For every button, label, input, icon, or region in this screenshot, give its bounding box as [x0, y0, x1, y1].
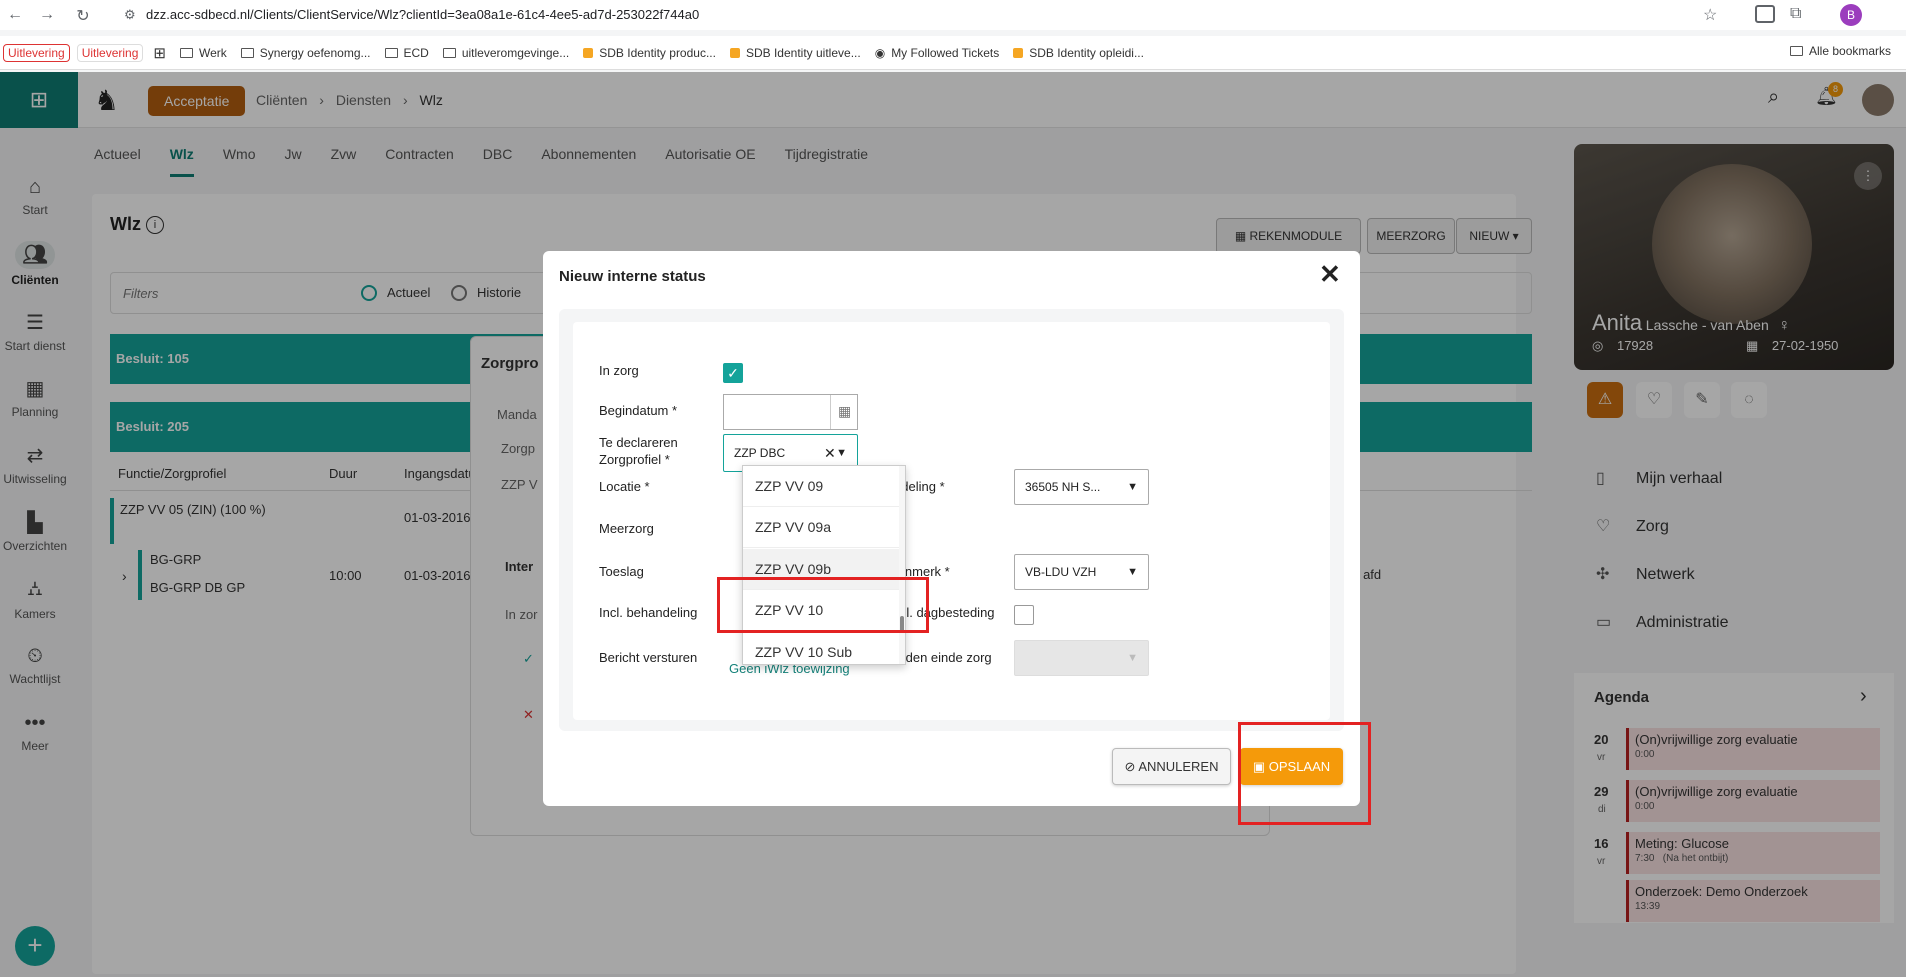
apps-grid-icon[interactable]: ⊞: [153, 44, 166, 62]
label-locatie: Locatie *: [599, 479, 650, 494]
scrollbar[interactable]: [899, 466, 905, 664]
bookmark-label: SDB Identity opleidi...: [1029, 45, 1144, 60]
bookmark-label: uitleveromgevinge...: [461, 45, 570, 60]
bookmark-label: ECD: [403, 45, 429, 60]
folder-icon: [384, 47, 398, 58]
profile-avatar[interactable]: B: [1840, 4, 1862, 26]
folder-icon: [442, 47, 456, 58]
calendar-icon[interactable]: ▦: [838, 403, 851, 420]
option-zzp-vv-10-sub[interactable]: ZZP VV 10 Sub: [743, 632, 899, 664]
globe-icon: ◉: [874, 45, 886, 60]
option-zzp-vv-09[interactable]: ZZP VV 09: [743, 466, 899, 507]
bookmark-sdb-produc[interactable]: SDB Identity produc...: [583, 46, 716, 60]
star-icon[interactable]: ☆: [1703, 5, 1717, 25]
bookmarks-bar: Uitlevering Uitlevering ⊞ Werk Synergy o…: [0, 36, 1906, 70]
bookmark-label: SDB Identity produc...: [599, 45, 716, 60]
back-icon[interactable]: ←: [0, 6, 30, 24]
annotation-box-zzp-vv-10: [717, 577, 929, 633]
label-begindatum: Begindatum *: [599, 403, 678, 418]
reden-einde-zorg-select: ▼: [1014, 640, 1149, 676]
bookmark-werk[interactable]: Werk: [179, 45, 227, 60]
begindatum-input[interactable]: ▦: [723, 394, 858, 430]
forward-icon[interactable]: →: [32, 6, 62, 24]
label-in-zorg: In zorg: [599, 363, 639, 378]
url-field[interactable]: dzz.acc-sdbecd.nl/Clients/ClientService/…: [146, 0, 699, 30]
folder-icon: [179, 47, 193, 58]
bookmark-label: Alle bookmarks: [1809, 44, 1892, 58]
bookmark-label: SDB Identity uitleve...: [745, 45, 861, 60]
jira-icon: [1013, 47, 1024, 58]
caret-down-icon: ▼: [1127, 566, 1138, 578]
incl-dagbesteding-checkbox[interactable]: [1014, 605, 1034, 625]
label-bericht-versturen: Bericht versturen: [599, 650, 698, 665]
select-value: 36505 NH S...: [1025, 480, 1101, 494]
label-meerzorg: Meerzorg: [599, 521, 654, 536]
bookmark-uitleveromgeving[interactable]: uitleveromgevinge...: [442, 45, 570, 60]
annuleren-button[interactable]: ⊘ ANNULEREN: [1112, 748, 1231, 785]
extension-badge-icon[interactable]: [1755, 5, 1775, 23]
afdeling-select[interactable]: 36505 NH S... ▼: [1014, 469, 1149, 505]
button-label: ANNULEREN: [1138, 759, 1219, 774]
bookmark-sdb-uitleve[interactable]: SDB Identity uitleve...: [729, 45, 861, 60]
kenmerk-select[interactable]: VB-LDU VZH ▼: [1014, 554, 1149, 590]
caret-down-icon: ▼: [1127, 652, 1138, 664]
jira-icon: [583, 47, 594, 58]
close-icon[interactable]: ✕: [1319, 259, 1341, 290]
reload-icon[interactable]: ↻: [68, 6, 98, 26]
label-te-declareren: Te declareren: [599, 435, 678, 450]
site-info-icon[interactable]: ⚙: [124, 7, 136, 23]
annotation-box-opslaan: [1238, 722, 1371, 825]
zorgprofiel-dropdown-list: ZZP VV 09 ZZP VV 09a ZZP VV 09b ZZP VV 1…: [742, 465, 906, 665]
bookmark-label: My Followed Tickets: [891, 45, 1000, 60]
select-value: ZZP DBC: [734, 446, 786, 460]
browser-address-bar: ← → ↻ ⚙ dzz.acc-sdbecd.nl/Clients/Client…: [0, 0, 1906, 30]
bookmark-synergy[interactable]: Synergy oefenomg...: [240, 45, 371, 60]
folder-icon: [240, 47, 254, 58]
bookmark-label: Werk: [198, 45, 227, 60]
dialog-form: In zorg Begindatum * Te declareren Zorgp…: [573, 322, 1330, 720]
bookmark-followed-tickets[interactable]: ◉ My Followed Tickets: [875, 46, 1000, 60]
label-incl-behandeling: Incl. behandeling: [599, 605, 698, 620]
bookmark-uitlevering-1[interactable]: Uitlevering: [3, 43, 70, 62]
dialog-body: In zorg Begindatum * Te declareren Zorgp…: [559, 309, 1344, 731]
cancel-icon: ⊘: [1124, 759, 1136, 774]
jira-icon: [729, 47, 740, 58]
select-value: VB-LDU VZH: [1025, 565, 1097, 579]
in-zorg-checkbox[interactable]: ✓: [723, 363, 743, 383]
folder-icon: [1790, 46, 1803, 56]
bookmark-uitlevering-2[interactable]: Uitlevering: [76, 43, 144, 62]
option-zzp-vv-09a[interactable]: ZZP VV 09a: [743, 507, 899, 548]
bookmark-all[interactable]: Alle bookmarks: [1790, 44, 1891, 58]
bookmark-sdb-opleidi[interactable]: SDB Identity opleidi...: [1013, 46, 1144, 60]
dialog-title: Nieuw interne status: [559, 268, 706, 285]
label-toeslag: Toeslag: [599, 564, 644, 579]
divider: [830, 395, 831, 429]
puzzle-icon[interactable]: ⧉: [1790, 5, 1801, 23]
bookmark-ecd[interactable]: ECD: [384, 45, 429, 60]
label-zorgprofiel: Zorgprofiel *: [599, 452, 670, 467]
caret-down-icon: ▼: [1127, 481, 1138, 493]
bookmark-label: Synergy oefenomg...: [259, 45, 371, 60]
